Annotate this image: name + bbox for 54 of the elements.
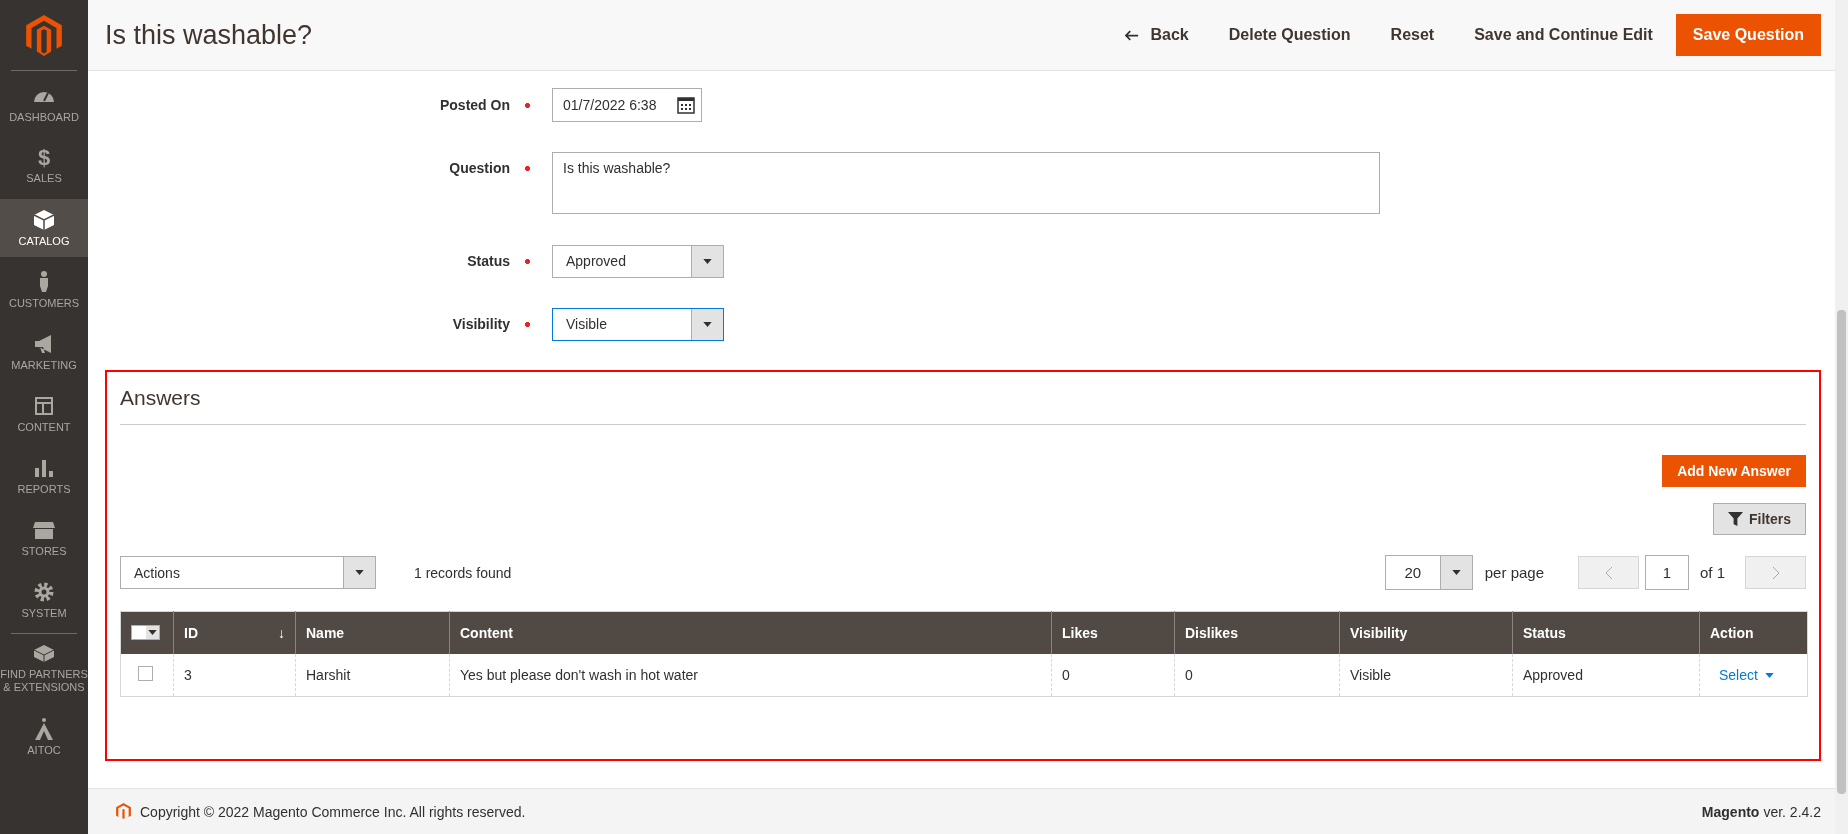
column-header[interactable]: Status [1523, 625, 1566, 641]
column-header[interactable]: Content [460, 625, 513, 641]
column-header[interactable]: Name [306, 625, 345, 641]
per-page-label: per page [1484, 564, 1544, 581]
sidebar-item[interactable]: FIND PARTNERS & EXTENSIONS [0, 638, 88, 696]
sidebar-item[interactable]: AITOC [0, 708, 88, 766]
brand-name: Magento [1701, 803, 1760, 820]
table-cell: 0 [1185, 667, 1193, 683]
sidebar-item[interactable]: CUSTOMERS [0, 261, 88, 319]
select-field[interactable]: Approved [552, 244, 724, 278]
table-cell: Harshit [306, 667, 351, 683]
filters-button[interactable]: Filters [1713, 503, 1806, 535]
page-title: Is this washable? [105, 19, 313, 51]
column-header[interactable]: Action [1710, 625, 1754, 641]
column-header[interactable]: Likes [1062, 625, 1098, 641]
add-answer-button[interactable]: Add New Answer [1662, 455, 1806, 487]
per-page-dropdown[interactable]: 20 [1384, 555, 1473, 590]
sidebar-item[interactable]: SYSTEM [0, 571, 88, 629]
field-label: Posted On [440, 97, 510, 113]
table-cell: 0 [1062, 667, 1070, 683]
version-text: ver. 2.4.2 [1763, 803, 1821, 820]
table-cell: 3 [184, 667, 192, 683]
header-button[interactable]: Reset [1373, 16, 1452, 54]
table-cell: Approved [1523, 667, 1583, 683]
header-button[interactable]: Delete Question [1211, 16, 1368, 54]
column-header[interactable]: Visibility [1350, 625, 1408, 641]
sidebar-item[interactable]: MARKETING [0, 323, 88, 381]
table-cell: Visible [1350, 667, 1391, 683]
back-button[interactable]: Back [1107, 16, 1206, 54]
sidebar-item[interactable]: REPORTS [0, 447, 88, 505]
page-count: of 1 [1700, 564, 1727, 581]
select-field[interactable]: Visible [552, 307, 724, 341]
select-action-link[interactable]: Select [1719, 667, 1774, 683]
question-textarea[interactable]: Is this washable? [552, 152, 1380, 214]
table-cell: Yes but please don't wash in hot water [460, 667, 698, 683]
section-title: Answers [120, 386, 202, 410]
column-header[interactable]: Dislikes [1185, 625, 1238, 641]
sort-arrow[interactable]: ↓ [278, 625, 285, 641]
sidebar-item[interactable]: CONTENT [0, 385, 88, 443]
sidebar-item[interactable]: $ SALES [0, 137, 88, 195]
copyright-text: Copyright © 2022 Magento Commerce Inc. All rights reserved. [140, 803, 526, 820]
header-button[interactable]: Save and Continue Edit [1457, 16, 1670, 54]
sidebar-item[interactable]: STORES [0, 509, 88, 567]
date-field[interactable]: 01/7/2022 6:38 [552, 88, 702, 122]
column-header[interactable]: ID [184, 625, 198, 641]
save-button[interactable]: Save Question [1675, 14, 1821, 56]
field-label: Visibility [452, 316, 510, 332]
page-number-field[interactable]: 1 [1645, 555, 1689, 590]
field-label: Question [449, 160, 510, 176]
sidebar-item[interactable]: DASHBOARD [0, 75, 88, 133]
sidebar-item[interactable]: CATALOG [0, 199, 88, 257]
records-count: 1 records found [414, 564, 512, 581]
field-label: Status [467, 253, 510, 269]
actions-dropdown[interactable]: Actions [120, 556, 376, 589]
